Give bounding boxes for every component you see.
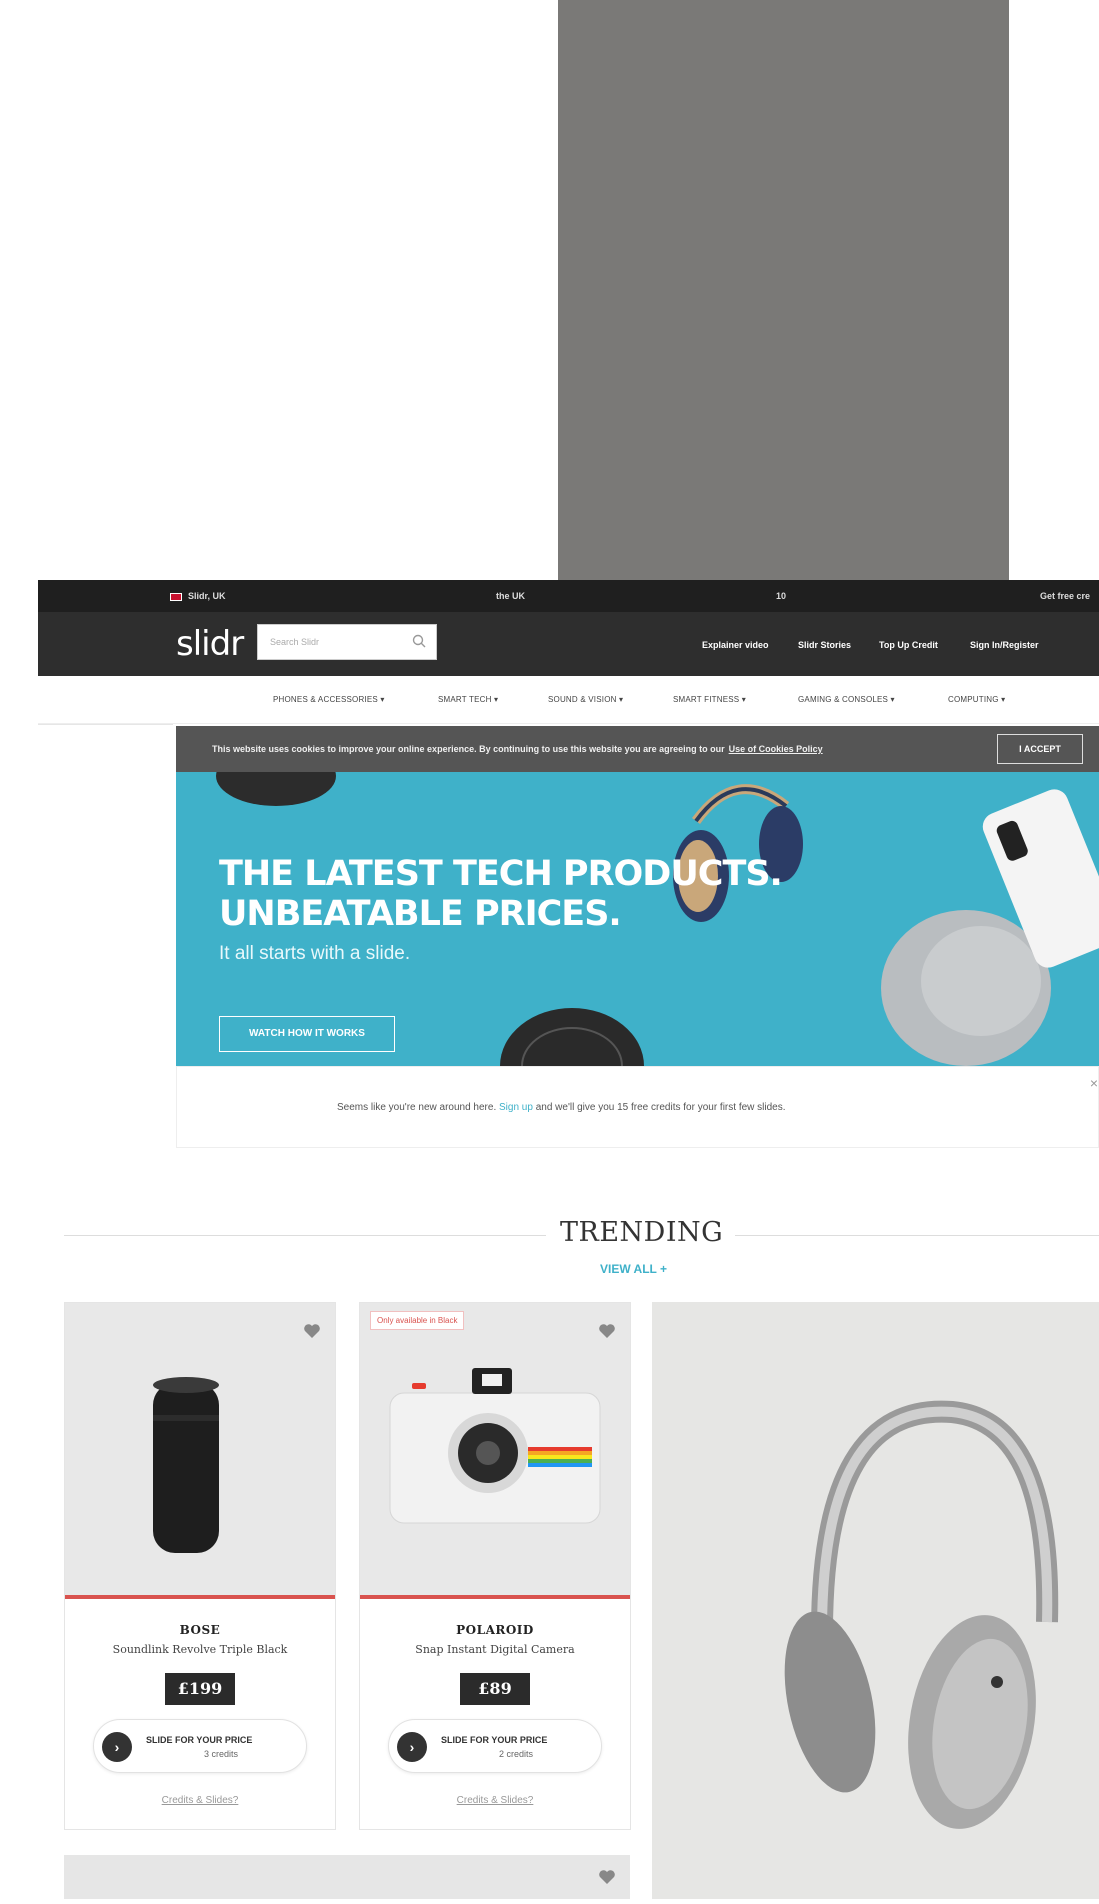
product-price: £199: [165, 1673, 235, 1705]
product-price: £89: [460, 1673, 530, 1705]
slide-label: SLIDE FOR YOUR PRICE: [441, 1735, 548, 1745]
slide-for-price-button[interactable]: › SLIDE FOR YOUR PRICE 2 credits: [388, 1719, 602, 1773]
utility-bar: Slidr, UK the UK 10 Get free cre: [38, 580, 1099, 612]
category-smart-tech[interactable]: SMART TECH ▾: [438, 695, 498, 704]
utility-center-text: the UK: [496, 591, 525, 601]
accept-cookies-button[interactable]: I ACCEPT: [997, 734, 1083, 764]
heart-icon[interactable]: [303, 1323, 321, 1339]
product-image[interactable]: [65, 1303, 335, 1595]
card-accent-rule: [65, 1595, 335, 1599]
slide-label: SLIDE FOR YOUR PRICE: [146, 1735, 253, 1745]
uk-flag-icon: [170, 592, 182, 601]
trending-title: TRENDING: [560, 1217, 724, 1248]
nav-top-up-credit[interactable]: Top Up Credit: [879, 640, 938, 650]
hero-subline: It all starts with a slide.: [219, 943, 411, 964]
credits-slides-help-link[interactable]: Credits & Slides?: [65, 1795, 335, 1806]
product-brand: BOSE: [179, 1623, 221, 1637]
category-computing[interactable]: COMPUTING ▾: [948, 695, 1005, 704]
category-sound-vision[interactable]: SOUND & VISION ▾: [548, 695, 623, 704]
slide-credits: 3 credits: [203, 1749, 238, 1759]
cookie-policy-link[interactable]: Use of Cookies Policy: [729, 744, 823, 754]
close-icon[interactable]: ×: [1090, 1075, 1098, 1091]
hero-headline: THE LATEST TECH PRODUCTS. UNBEATABLE PRIC…: [219, 854, 783, 934]
headphones-illustration: [784, 1400, 1059, 1829]
site-header: slidr Search Slidr Explainer video Slidr…: [38, 612, 1099, 676]
product-brand: POLAROID: [456, 1623, 534, 1637]
heart-icon[interactable]: [598, 1323, 616, 1339]
view-all-link[interactable]: VIEW ALL +: [600, 1262, 667, 1276]
product-card-bose[interactable]: BOSE Soundlink Revolve Triple Black £199…: [64, 1302, 336, 1830]
hero-banner: This website uses cookies to improve you…: [176, 726, 1099, 1066]
sign-up-link[interactable]: Sign up: [499, 1102, 533, 1113]
divider: [735, 1235, 1099, 1236]
cookie-text: This website uses cookies to improve you…: [212, 744, 823, 754]
availability-badge: Only available in Black: [370, 1311, 465, 1330]
credits-slides-help-link[interactable]: Credits & Slides?: [360, 1795, 630, 1806]
utility-count: 10: [776, 591, 787, 601]
cookie-banner: This website uses cookies to improve you…: [176, 726, 1099, 772]
speaker-illustration: [153, 1377, 219, 1553]
product-name[interactable]: Snap Instant Digital Camera: [360, 1643, 630, 1656]
category-phones[interactable]: PHONES & ACCESSORIES ▾: [273, 695, 385, 704]
image-placeholder: [558, 0, 1009, 580]
search-icon[interactable]: [412, 634, 426, 648]
product-name[interactable]: Soundlink Revolve Triple Black: [65, 1643, 335, 1656]
product-image[interactable]: Only available in Black: [360, 1303, 630, 1595]
signup-prompt: Seems like you're new around here. Sign …: [176, 1066, 1099, 1148]
category-gaming[interactable]: GAMING & CONSOLES ▾: [798, 695, 895, 704]
region-selector[interactable]: Slidr, UK: [170, 591, 226, 601]
category-nav: PHONES & ACCESSORIES ▾ SMART TECH ▾ SOUN…: [38, 676, 1099, 724]
slide-for-price-button[interactable]: › SLIDE FOR YOUR PRICE 3 credits: [93, 1719, 307, 1773]
free-credits-link[interactable]: Get free cre: [1040, 591, 1090, 601]
divider: [64, 1235, 546, 1236]
heart-icon[interactable]: [598, 1869, 616, 1885]
search-placeholder: Search Slidr: [270, 637, 320, 647]
slidr-logo[interactable]: slidr: [176, 624, 244, 664]
watch-how-it-works-button[interactable]: WATCH HOW IT WORKS: [219, 1016, 395, 1052]
nav-slidr-stories[interactable]: Slidr Stories: [798, 640, 851, 650]
camera-illustration: [389, 1368, 601, 1524]
featured-product-card[interactable]: [652, 1302, 1099, 1899]
nav-explainer-video[interactable]: Explainer video: [702, 640, 769, 650]
search-input[interactable]: Search Slidr: [257, 624, 437, 660]
category-smart-fitness[interactable]: SMART FITNESS ▾: [673, 695, 746, 704]
signup-text: Seems like you're new around here. Sign …: [337, 1102, 786, 1113]
slide-credits: 2 credits: [498, 1749, 533, 1759]
divider: [38, 724, 173, 725]
card-accent-rule: [360, 1595, 630, 1599]
product-card-polaroid[interactable]: Only available in Black POLAROID Snap In…: [359, 1302, 631, 1830]
nav-sign-in-register[interactable]: Sign In/Register: [970, 640, 1039, 650]
product-card[interactable]: [64, 1855, 630, 1899]
